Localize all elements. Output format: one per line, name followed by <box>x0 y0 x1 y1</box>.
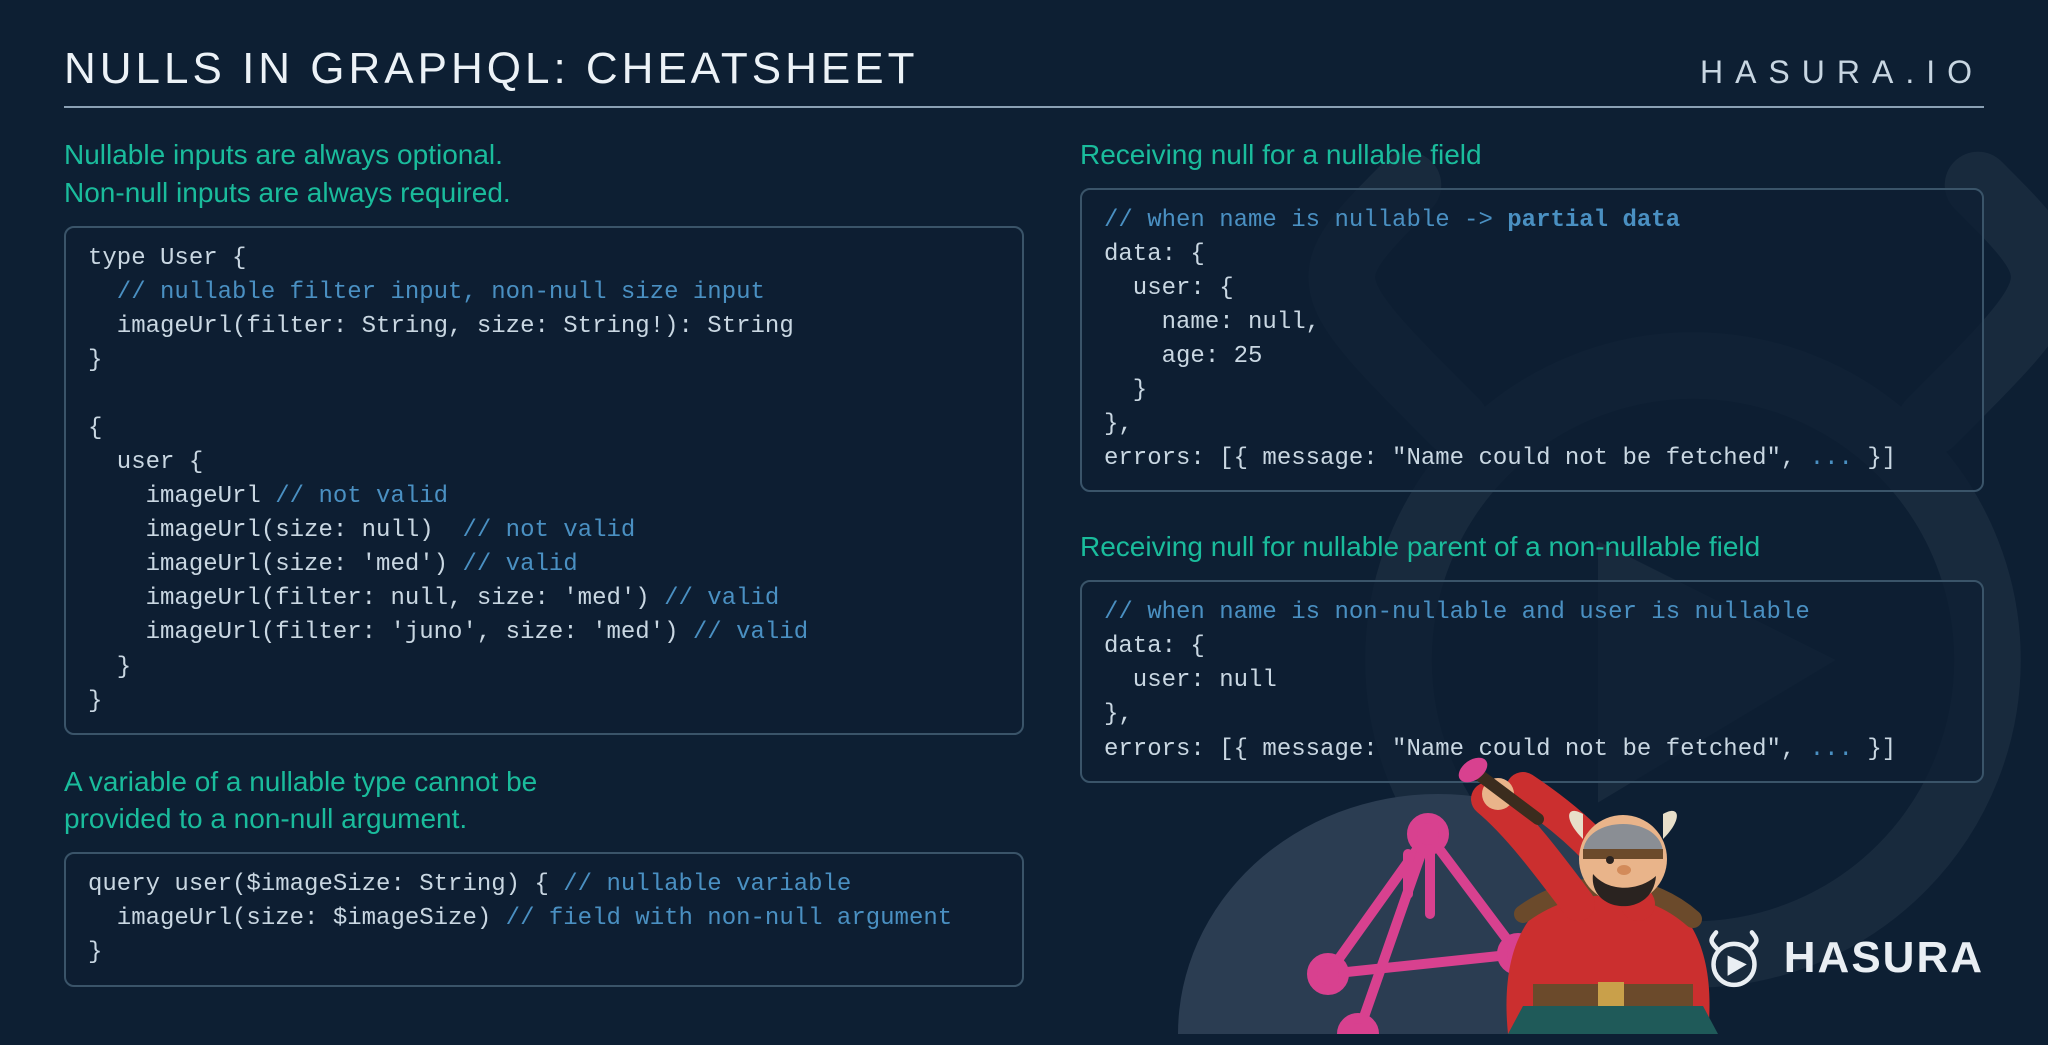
code-comment: // when name is non-nullable and user is… <box>1104 599 1810 626</box>
section-heading-line: Non-null inputs are always required. <box>64 177 511 208</box>
code-line: }, <box>1104 411 1133 438</box>
code-line: errors: [{ message: "Name could not be f… <box>1104 445 1810 472</box>
code-line: query user($imageSize: String) { <box>88 871 563 898</box>
code-line: age: 25 <box>1104 343 1262 370</box>
code-comment: // valid <box>462 551 577 578</box>
section-heading: Receiving null for a nullable field <box>1080 136 1984 174</box>
code-line: } <box>1104 377 1147 404</box>
section-heading: A variable of a nullable type cannot be … <box>64 763 1024 839</box>
header: NULLS IN GRAPHQL: CHEATSHEET HASURA.IO <box>64 44 1984 108</box>
code-comment: // when name is nullable -> <box>1104 207 1507 234</box>
code-line: imageUrl(size: $imageSize) <box>88 905 506 932</box>
section-heading: Nullable inputs are always optional. Non… <box>64 136 1024 212</box>
left-column: Nullable inputs are always optional. Non… <box>64 136 1024 1015</box>
code-block: // when name is nullable -> partial data… <box>1080 188 1984 493</box>
code-block: query user($imageSize: String) { // null… <box>64 852 1024 986</box>
code-comment: ... <box>1810 445 1853 472</box>
page-title: NULLS IN GRAPHQL: CHEATSHEET <box>64 44 918 94</box>
right-column: Receiving null for a nullable field // w… <box>1080 136 1984 1015</box>
code-line: imageUrl <box>88 483 275 510</box>
code-line: user: null <box>1104 667 1277 694</box>
site-label: HASURA.IO <box>1700 54 1984 91</box>
code-line: imageUrl(size: 'med') <box>88 551 462 578</box>
code-line: data: { <box>1104 633 1205 660</box>
code-block: // when name is non-nullable and user is… <box>1080 580 1984 782</box>
code-comment: // not valid <box>275 483 448 510</box>
code-line: } <box>88 939 102 966</box>
code-line: }] <box>1853 445 1896 472</box>
code-line: data: { <box>1104 241 1205 268</box>
code-line: user { <box>88 449 203 476</box>
brand-logo: HASURA <box>1702 926 1984 990</box>
section-heading-line: A variable of a nullable type cannot be <box>64 766 537 797</box>
code-line: type User { <box>88 245 246 272</box>
hasura-logo-icon <box>1702 926 1766 990</box>
section-heading-line: Nullable inputs are always optional. <box>64 139 503 170</box>
code-line: }, <box>1104 701 1133 728</box>
code-comment: // not valid <box>462 517 635 544</box>
code-comment: // nullable variable <box>563 871 851 898</box>
section-heading-line: provided to a non-null argument. <box>64 803 467 834</box>
code-line: imageUrl(filter: String, size: String!):… <box>88 313 794 340</box>
code-line: } <box>88 347 102 374</box>
code-comment: // nullable filter input, non-null size … <box>88 279 765 306</box>
code-comment: // valid <box>693 619 808 646</box>
brand-name: HASURA <box>1784 933 1984 983</box>
code-line: }] <box>1853 736 1896 763</box>
code-block: type User { // nullable filter input, no… <box>64 226 1024 735</box>
code-line: imageUrl(filter: 'juno', size: 'med') <box>88 619 693 646</box>
code-line: { <box>88 415 102 442</box>
code-line: user: { <box>1104 275 1234 302</box>
code-line: } <box>88 688 102 715</box>
code-line: } <box>88 654 131 681</box>
code-line: imageUrl(filter: null, size: 'med') <box>88 585 664 612</box>
code-comment: // valid <box>664 585 779 612</box>
code-comment: // field with non-null argument <box>506 905 952 932</box>
code-comment: partial data <box>1507 207 1680 234</box>
code-line: imageUrl(size: null) <box>88 517 462 544</box>
code-comment: ... <box>1810 736 1853 763</box>
code-line: name: null, <box>1104 309 1320 336</box>
section-heading: Receiving null for nullable parent of a … <box>1080 528 1984 566</box>
code-line: errors: [{ message: "Name could not be f… <box>1104 736 1810 763</box>
